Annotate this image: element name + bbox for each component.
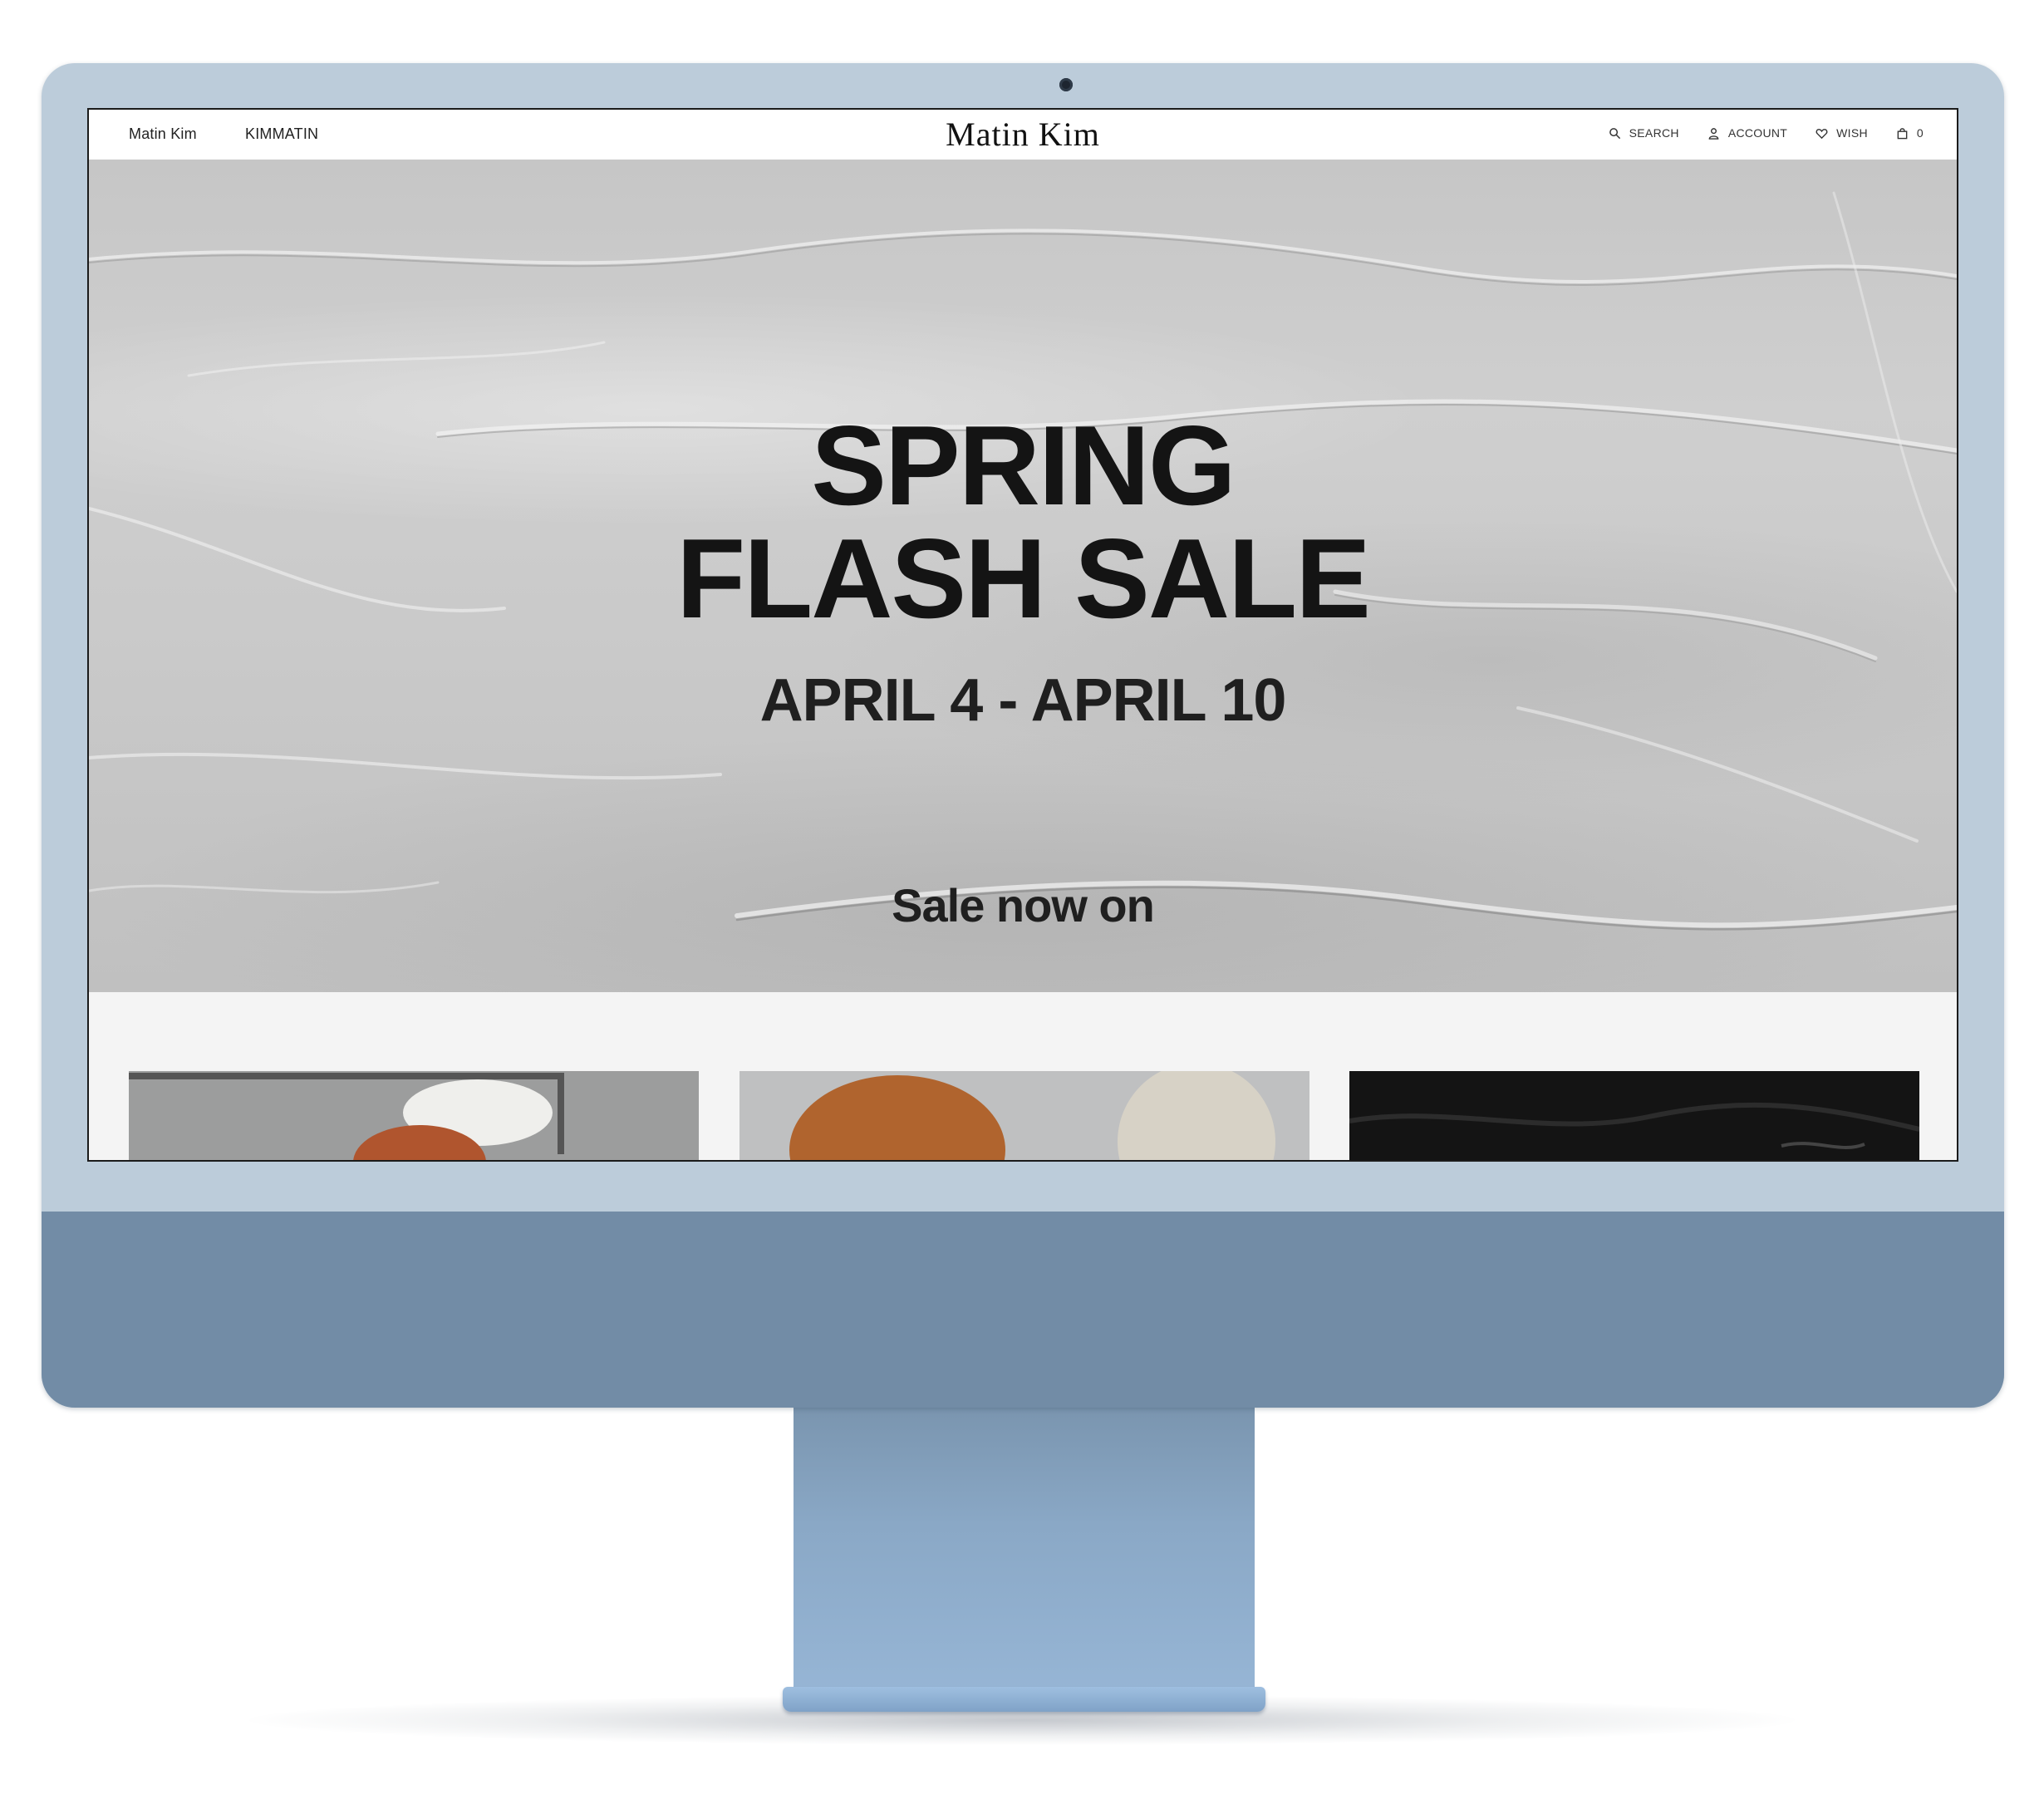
bag-icon bbox=[1897, 127, 1908, 139]
product-image-3 bbox=[1349, 1071, 1919, 1160]
nav-utility-links: SEARCH ACCOUNT WISH 0 bbox=[1609, 126, 1924, 140]
hero-banner[interactable]: SPRING FLASH SALE APRIL 4 - APRIL 10 Sal… bbox=[89, 160, 1957, 992]
product-card-3[interactable] bbox=[1349, 1071, 1919, 1160]
product-image-2 bbox=[739, 1071, 1309, 1160]
search-button[interactable]: SEARCH bbox=[1609, 126, 1679, 140]
wish-button[interactable]: WISH bbox=[1816, 126, 1868, 140]
site-logo[interactable]: Matin Kim bbox=[946, 116, 1100, 153]
monitor-chin bbox=[42, 1212, 2004, 1408]
camera-icon bbox=[1059, 78, 1073, 91]
hero-title-line2: FLASH SALE bbox=[676, 515, 1371, 641]
product-card-2[interactable] bbox=[739, 1071, 1309, 1160]
nav-link-matin-kim[interactable]: Matin Kim bbox=[129, 125, 197, 143]
account-icon bbox=[1708, 127, 1719, 140]
wish-label: WISH bbox=[1836, 126, 1868, 140]
product-image-1 bbox=[129, 1071, 699, 1160]
sale-now-on-link[interactable]: Sale now on bbox=[892, 879, 1155, 931]
cart-count: 0 bbox=[1916, 126, 1924, 140]
product-card-1[interactable] bbox=[129, 1071, 699, 1160]
hero-cta-wrapper: Sale now on bbox=[89, 878, 1957, 932]
nav-link-kimmatin[interactable]: KIMMATIN bbox=[245, 125, 318, 143]
cart-button[interactable]: 0 bbox=[1896, 126, 1924, 140]
hero-title-line1: SPRING bbox=[811, 402, 1236, 528]
hero-dates: APRIL 4 - APRIL 10 bbox=[759, 667, 1287, 734]
website-screen: Matin Kim KIMMATIN Matin Kim SEARCH ACCO… bbox=[87, 108, 1958, 1162]
monitor-stand-foot bbox=[783, 1687, 1265, 1712]
monitor-stand bbox=[794, 1408, 1255, 1702]
search-label: SEARCH bbox=[1629, 126, 1679, 140]
top-navigation: Matin Kim KIMMATIN Matin Kim SEARCH ACCO… bbox=[89, 110, 1957, 160]
search-icon bbox=[1609, 127, 1620, 139]
account-button[interactable]: ACCOUNT bbox=[1707, 126, 1787, 140]
heart-icon bbox=[1816, 128, 1828, 139]
account-label: ACCOUNT bbox=[1727, 126, 1788, 140]
hero-title: SPRING FLASH SALE bbox=[89, 409, 1957, 635]
